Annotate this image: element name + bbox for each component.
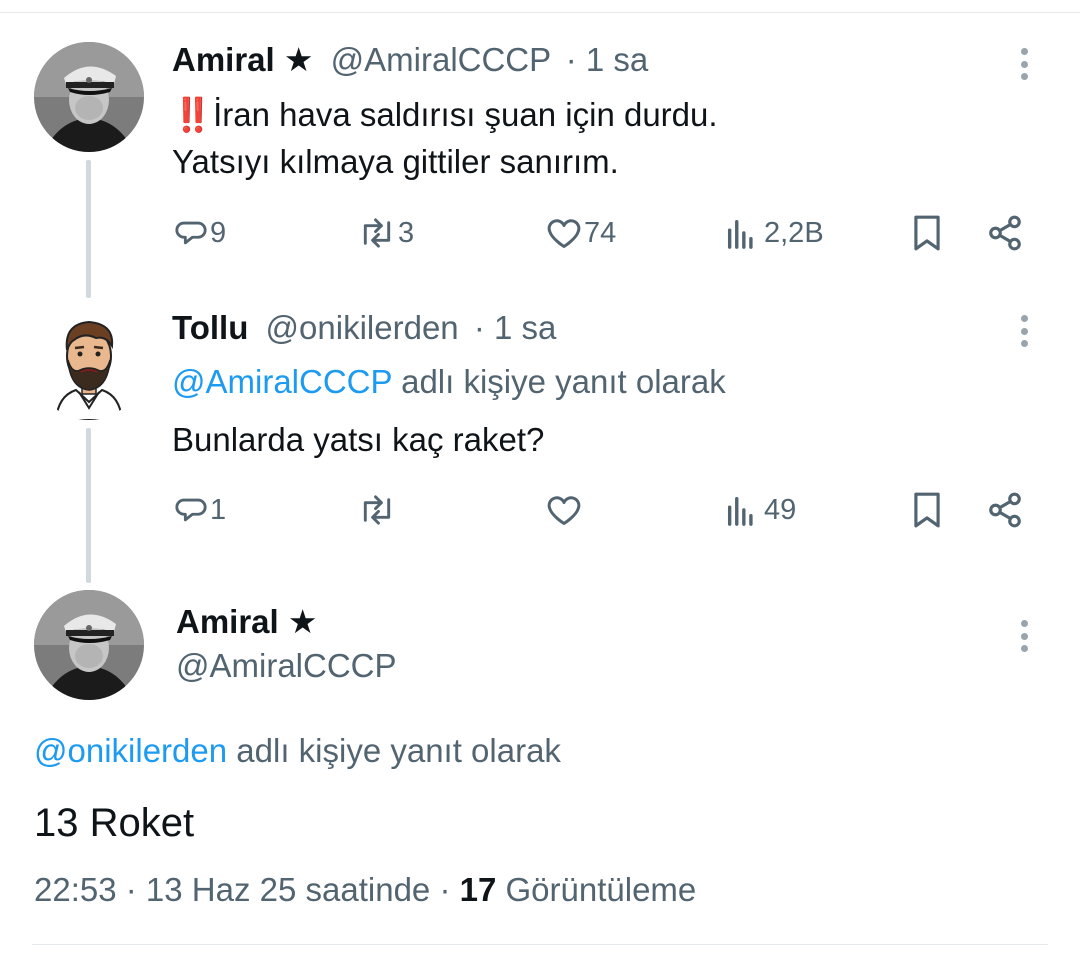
main-reply-handle[interactable]: @onikilerden [34,732,227,769]
main-author-name[interactable]: Amiral ★ [176,602,317,642]
main-view-count: 17 [459,871,497,908]
thread-line-2 [86,428,91,583]
bookmark-icon [914,215,940,251]
tweet1-actions: 9 3 74 2,2B [172,208,1032,258]
bottom-divider [32,944,1048,945]
tweet1-time[interactable]: · 1 sa [566,41,649,78]
tweet2-views-button[interactable]: 49 [724,485,796,535]
share-icon [989,215,1021,251]
avatar-amiral[interactable] [34,42,144,152]
tweet1-like-count: 74 [584,216,617,249]
main-tweet-text: 13 Roket [34,801,195,845]
avatar-tollu[interactable] [34,310,144,420]
tweet2-share-button[interactable] [986,485,1024,535]
tweet1-bookmark-button[interactable] [910,208,944,258]
tweet2-view-count: 49 [764,493,797,526]
views-icon [727,496,753,526]
tweet1-reply-count: 9 [210,216,227,249]
top-divider [0,12,1080,13]
tweet1-like-button[interactable]: 74 [546,208,616,258]
tweet1-header: Amiral ★ @AmiralCCCP · 1 sa [172,40,648,80]
reply-icon [175,221,207,245]
tweet1-share-button[interactable] [986,208,1024,258]
thread-line-1 [86,160,91,298]
double-exclamation-icon: ‼️ [172,96,214,133]
main-timestamp[interactable]: 22:53 · 13 Haz 25 saatinde · [34,871,460,908]
bookmark-icon [914,492,940,528]
reply-icon [175,498,207,522]
tweet2-bookmark-button[interactable] [910,485,944,535]
tweet1-author-name[interactable]: Amiral ★ [172,41,313,78]
tweet1-view-count: 2,2B [764,216,824,249]
tweet2-author-name[interactable]: Tollu [172,309,248,346]
views-icon [727,219,753,249]
main-reply-context: @onikilerden adlı kişiye yanıt olarak [34,727,561,774]
tweet2-like-button[interactable] [546,485,584,535]
tweet1-line2: Yatsıyı kılmaya gittiler sanırım. [172,143,619,180]
tweet2-retweet-button[interactable] [358,485,398,535]
tweet2-time[interactable]: · 1 sa [474,309,557,346]
share-icon [989,492,1021,528]
like-icon [547,496,581,525]
main-view-label: Görüntüleme [496,871,697,908]
main-more-icon[interactable] [1014,616,1034,656]
retweet-icon [363,218,391,248]
tweet1-retweet-button[interactable]: 3 [358,208,414,258]
tweet1-line1: İran hava saldırısı şuan için durdu. [213,96,718,133]
avatar-amiral-main[interactable] [34,590,144,700]
tweet2-handle[interactable]: @onikilerden [266,309,459,346]
tweet1-text: ‼️İran hava saldırısı şuan için durdu. [172,91,718,138]
tweet2-header: Tollu @onikilerden · 1 sa [172,308,556,348]
main-handle[interactable]: @AmiralCCCP [176,646,397,686]
retweet-icon [363,495,391,525]
main-reply-suffix: adlı kişiye yanıt olarak [227,732,561,769]
tweet2-more-icon[interactable] [1014,311,1034,351]
main-name-text: Amiral ★ [176,603,318,640]
like-icon [547,219,581,248]
tweet2-actions: 1 49 [172,485,1032,535]
tweet2-reply-context: @AmiralCCCP adlı kişiye yanıt olarak [172,358,726,405]
tweet2-reply-suffix: adlı kişiye yanıt olarak [391,363,726,400]
tweet1-retweet-count: 3 [398,216,415,249]
tweet2-reply-handle[interactable]: @AmiralCCCP [172,363,392,400]
tweet1-handle[interactable]: @AmiralCCCP [331,41,551,78]
tweet2-text: Bunlarda yatsı kaç raket? [172,421,545,458]
tweet1-more-icon[interactable] [1014,44,1034,84]
tweet1-reply-button[interactable]: 9 [174,208,226,258]
tweet2-reply-count: 1 [210,493,227,526]
main-tweet-meta: 22:53 · 13 Haz 25 saatinde · 17 Görüntül… [34,868,696,912]
tweet1-views-button[interactable]: 2,2B [724,208,824,258]
tweet2-reply-button[interactable]: 1 [174,485,226,535]
